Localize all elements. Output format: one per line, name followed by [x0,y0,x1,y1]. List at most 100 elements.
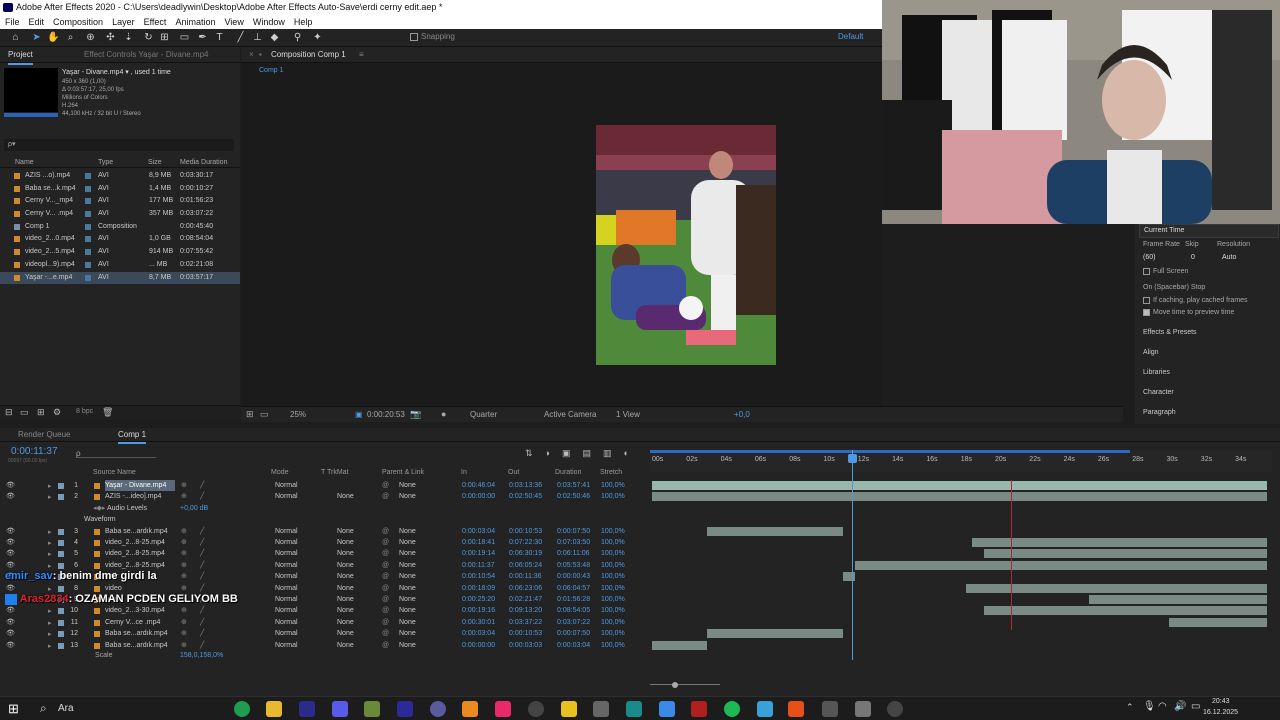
layer-in[interactable]: 0:00:46:04 [462,480,495,491]
taskbar-search[interactable]: Ara [58,703,74,714]
tab-composition[interactable]: Composition Comp 1 [271,47,346,63]
pickwhip-icon[interactable]: @ [382,571,389,582]
layer-trkmat-dropdown[interactable]: None [337,560,354,571]
layer-out[interactable]: 0:03:13:36 [509,480,542,491]
visibility-eye-icon[interactable]: 👁 [6,617,15,628]
roto-brush-icon[interactable]: ⚲ [291,31,304,44]
layer-source-name[interactable]: video_2...3-30.mp4 [105,605,175,616]
layer-in[interactable]: 0:00:19:16 [462,605,495,616]
layer-in[interactable]: 0:00:25:20 [462,594,495,605]
layer-trkmat-dropdown[interactable]: None [337,617,354,628]
vlc-icon[interactable] [462,701,478,717]
if-caching-checkbox[interactable] [1143,297,1150,304]
switches-icon[interactable]: ⊕ [181,571,187,582]
layer-out[interactable]: 0:07:22:30 [509,537,542,548]
layer-duration-bar[interactable] [984,549,1267,559]
menu-window[interactable]: Window [253,15,285,29]
layer-duration-bar[interactable] [652,481,1267,490]
time-ruler[interactable]: 00s 02s 04s 06s 08s 10s 12s 14s 16s 18s 20s 22s 24s 2… [650,450,1272,472]
timeline-layer-row[interactable]: 👁 ▸ 3 Baba se...ardık.mp4 ⊕ ╱ Normal None @ None 0… [0,526,650,537]
pickwhip-icon[interactable]: @ [382,583,389,594]
layer-trkmat-dropdown[interactable]: None [337,548,354,559]
project-item[interactable]: Cerny V... .mp4 AVI 357 MB 0:03:07:22 [0,208,240,221]
panel-align[interactable]: Align [1143,349,1159,356]
quality-icon[interactable]: ╱ [200,617,204,628]
layer-mode-dropdown[interactable]: Normal [275,605,298,616]
rectangle-tool-icon[interactable]: ▭ [178,31,191,44]
volume-icon[interactable]: 🔊 [1174,701,1186,712]
waveform-row[interactable]: Waveform [0,514,650,525]
color-channel-icon[interactable]: ● [441,409,446,419]
layer-stretch[interactable]: 100,0% [601,628,625,639]
layer-duration-bar[interactable] [707,629,843,639]
project-item[interactable]: video_2...5.mp4 AVI 914 MB 0:07:55:42 [0,246,240,259]
app-icon[interactable] [364,701,380,717]
layer-mode-dropdown[interactable]: Normal [275,617,298,628]
shield-app-icon[interactable] [332,701,348,717]
tab-project[interactable]: Project [8,47,33,65]
col-duration[interactable]: Duration [555,469,581,476]
timeline-layer-row[interactable]: 👁 ▸ 1 Yaşar - Divane.mp4 ⊕ ╱ Normal @ None 0:00:4… [0,480,650,492]
layer-in[interactable]: 0:00:03:04 [462,526,495,537]
app-icon[interactable] [887,701,903,717]
switches-icon[interactable]: ⊕ [181,491,187,502]
comp-breadcrumb[interactable]: Comp 1 [259,67,284,74]
timeline-layer-row[interactable]: 👁 ▸ 4 video_2...8-25.mp4 ⊕ ╱ Normal None @ None 0:… [0,537,650,548]
terminal-icon[interactable] [593,701,609,717]
toggle-transparency-icon[interactable]: ▣ [355,410,363,419]
menu-file[interactable]: File [5,15,20,29]
photos-icon[interactable] [659,701,675,717]
layer-in[interactable]: 0:00:19:14 [462,548,495,559]
layer-parent-dropdown[interactable]: None [399,480,416,491]
pickwhip-icon[interactable]: @ [382,537,389,548]
layer-stretch[interactable]: 100,0% [601,491,625,502]
menu-effect[interactable]: Effect [144,15,167,29]
audio-levels-row[interactable]: ◂◆▸ Audio Levels +0,00 dB [0,503,650,514]
layer-mode-dropdown[interactable]: Normal [275,480,298,491]
playhead-handle[interactable] [848,454,857,463]
layer-stretch[interactable]: 100,0% [601,594,625,605]
col-mode[interactable]: Mode [271,469,289,476]
layer-mode-dropdown[interactable]: Normal [275,548,298,559]
puppet-pin-icon[interactable]: ✦ [311,31,324,44]
layer-mode-dropdown[interactable]: Normal [275,583,298,594]
current-time-display[interactable]: 0:00:20:53 [367,410,405,419]
visibility-eye-icon[interactable]: 👁 [6,605,15,616]
project-item[interactable]: Baba se...k.mp4 AVI 1,4 MB 0:00:10:27 [0,183,240,196]
project-item[interactable]: video_2...0.mp4 AVI 1,0 GB 0:08:54:04 [0,233,240,246]
layer-duration[interactable]: 0:00:03:04 [557,640,590,651]
layer-out[interactable]: 0:00:10:53 [509,628,542,639]
app-icon[interactable] [626,701,642,717]
layer-trkmat-dropdown[interactable]: None [337,526,354,537]
panel-paragraph[interactable]: Paragraph [1143,409,1176,416]
timeline-current-time[interactable]: 0:00:11:37 [11,446,58,457]
resolution-dropdown-preview[interactable]: Auto [1222,254,1236,261]
label-color-icon[interactable] [85,223,91,230]
tab-effect-controls[interactable]: Effect Controls Yaşar - Divane.mp4 [84,47,209,63]
label-color-icon[interactable] [85,236,91,243]
pan-camera-icon[interactable]: ✣ [104,31,117,44]
hand-tool-icon[interactable]: ✋ [47,31,60,44]
project-item[interactable]: Cerny V..._mp4 AVI 177 MB 0:01:56:23 [0,195,240,208]
layer-duration[interactable]: 0:00:00:43 [557,571,590,582]
label-color-icon[interactable] [58,528,64,535]
app-icon[interactable] [822,701,838,717]
switches-icon[interactable]: ⊕ [181,548,187,559]
label-color-icon[interactable] [85,249,91,256]
layer-duration-bar[interactable] [971,538,1267,547]
layer-in[interactable]: 0:00:00:00 [462,640,495,651]
pickwhip-icon[interactable]: @ [382,560,389,571]
timeline-layer-row[interactable]: 👁 ▸ 13 Baba se...ardık.mp4 ⊕ ╱ Normal None @ None… [0,640,650,651]
menu-view[interactable]: View [224,15,243,29]
region-icon[interactable]: ⊞ [246,409,254,420]
layer-out[interactable]: 0:00:11:36 [509,571,542,582]
menu-help[interactable]: Help [294,15,313,29]
project-item[interactable]: Yaşar -...e.mp4 AVI 8,7 MB 0:03:57:17 [0,271,240,285]
panel-menu-icon[interactable]: ≡ [359,47,364,63]
clock-time[interactable]: 20:43 [1212,698,1230,705]
project-item[interactable]: videopl...9).mp4 AVI ... MB 0:02:21:08 [0,259,240,272]
monitor-icon[interactable]: ▭ [260,409,269,420]
panel-character[interactable]: Character [1143,389,1174,396]
layer-source-name[interactable]: Baba se...ardık.mp4 [105,526,175,537]
layer-stretch[interactable]: 100,0% [601,548,625,559]
